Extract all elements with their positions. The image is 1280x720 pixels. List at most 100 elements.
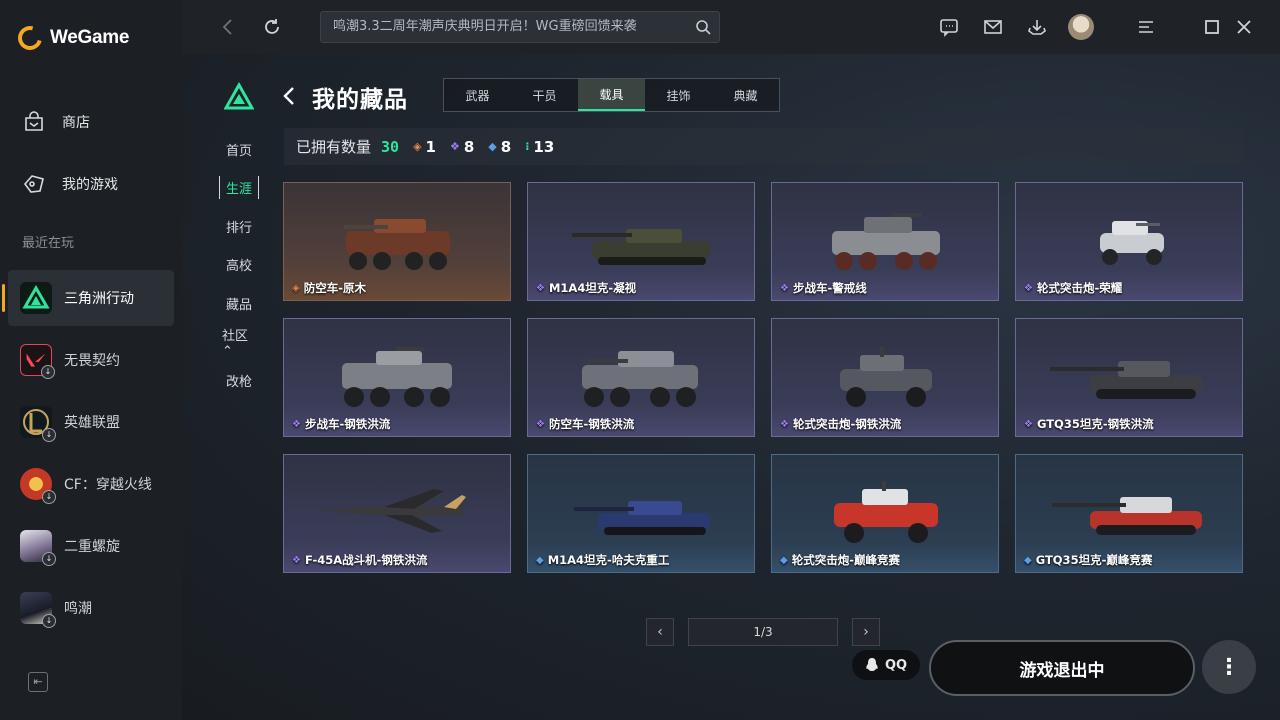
recent-game-delta-force[interactable]: 三角洲行动 — [2, 270, 174, 326]
vehicle-card-label: ❖ GTQ35坦克-钢铁洪流 — [1024, 416, 1154, 432]
search-input[interactable]: 鸣潮3.3二周年潮声庆典明日开启！WG重磅回馈来袭 — [320, 11, 720, 43]
recent-game-valorant[interactable]: ↓ 无畏契约 — [8, 332, 174, 388]
collapse-sidebar-button[interactable]: ⇤ — [28, 672, 48, 692]
vehicle-card[interactable]: ◆ GTQ35坦克-巅峰竞赛 — [1015, 454, 1243, 573]
collection-back-button[interactable] — [282, 84, 302, 108]
vehicle-name: 防空车-钢铁洪流 — [548, 417, 635, 431]
league-of-legends-icon: ↓ — [20, 406, 56, 442]
vehicle-card[interactable]: ❖ 轮式突击炮-荣耀 — [1015, 182, 1243, 301]
refresh-button[interactable] — [260, 15, 284, 39]
vehicle-name: 步战车-警戒线 — [792, 281, 867, 295]
left-sidebar: WeGame 商店 我的游戏 最近在玩 三角洲行动 ↓ 无畏契约 ↓ 英雄联盟 … — [0, 0, 182, 720]
mail-icon — [984, 20, 1002, 34]
vehicle-card[interactable]: ◆ M1A4坦克-哈夫克重工 — [527, 454, 755, 573]
menu-item-collection[interactable]: 藏品 — [216, 284, 262, 323]
tab-charms[interactable]: 挂饰 — [645, 79, 712, 111]
vehicle-card[interactable]: ◈ 防空车-原木 — [283, 182, 511, 301]
vehicle-card-label: ◈ 防空车-原木 — [292, 280, 366, 296]
back-nav-button[interactable] — [216, 15, 240, 39]
tab-vehicles[interactable]: 载具 — [578, 79, 645, 111]
search-icon[interactable] — [695, 19, 711, 35]
refresh-icon — [265, 19, 279, 34]
close-button[interactable] — [1232, 15, 1256, 39]
vehicle-card[interactable]: ❖ F-45A战斗机-钢铁洪流 — [283, 454, 511, 573]
tank-vehicle-image — [574, 501, 710, 535]
download-badge-icon: ↓ — [42, 614, 56, 628]
qq-account-button[interactable]: QQ — [852, 650, 920, 680]
download-badge-icon: ↓ — [42, 428, 56, 442]
game-exiting-button[interactable]: 游戏退出中 — [929, 640, 1195, 696]
menu-item-home[interactable]: 首页 — [216, 130, 262, 169]
vehicle-name: M1A4坦克-哈夫克重工 — [547, 553, 670, 567]
menu-item-ranking[interactable]: 排行 — [216, 207, 262, 246]
recent-game-label: CF：穿越火线 — [64, 477, 152, 493]
page-title: 我的藏品 — [312, 87, 408, 113]
qq-label: QQ — [884, 657, 908, 673]
tab-operators[interactable]: 干员 — [511, 79, 578, 111]
recent-game-league-of-legends[interactable]: ↓ 英雄联盟 — [8, 394, 174, 450]
chat-bubble-icon — [940, 19, 958, 37]
maximize-icon — [1205, 20, 1219, 34]
recent-game-label: 英雄联盟 — [64, 415, 120, 431]
menu-item-career[interactable]: 生涯 — [216, 169, 262, 208]
rarity-blue-icon: ◆ — [536, 554, 544, 566]
menu-item-label: 藏品 — [225, 297, 252, 313]
vehicle-card[interactable]: ❖ 步战车-警戒线 — [771, 182, 999, 301]
vehicle-card[interactable]: ❖ GTQ35坦克-钢铁洪流 — [1015, 318, 1243, 437]
recent-game-wuthering-waves[interactable]: ↓ 鸣潮 — [8, 580, 174, 636]
rarity-count-green: ⁝ 13 — [525, 138, 554, 156]
chat-button[interactable] — [937, 15, 961, 39]
store-bag-icon — [25, 111, 43, 131]
user-avatar[interactable] — [1068, 14, 1094, 40]
duet-night-abyss-icon: ↓ — [20, 530, 56, 566]
page-indicator: 1/3 — [688, 618, 838, 646]
downloads-button[interactable] — [1025, 15, 1049, 39]
recent-game-duet-night-abyss[interactable]: ↓ 二重螺旋 — [8, 518, 174, 574]
menu-item-label: 高校 — [225, 259, 252, 275]
rarity-count-value: 13 — [533, 137, 555, 156]
wegame-logo[interactable]: WeGame — [13, 21, 129, 55]
menu-item-campus[interactable]: 高校 — [216, 246, 262, 285]
ifv-vehicle-image — [342, 347, 452, 407]
vehicle-name: 防空车-原木 — [303, 281, 366, 295]
delta-force-icon — [20, 282, 52, 314]
mail-button[interactable] — [981, 15, 1005, 39]
vehicle-card[interactable]: ❖ 防空车-钢铁洪流 — [527, 318, 755, 437]
next-page-button[interactable]: › — [852, 618, 880, 646]
menu-item-label: 改枪 — [225, 374, 252, 390]
rarity-purple-icon: ❖ — [536, 282, 545, 294]
recent-game-crossfire[interactable]: ↓ CF：穿越火线 — [8, 456, 174, 512]
ifv-vehicle-image — [832, 213, 940, 270]
pagination: ‹ 1/3 › — [646, 618, 880, 646]
rarity-green-icon: ⁝ — [525, 140, 530, 153]
vehicle-card[interactable]: ❖ M1A4坦克-凝视 — [527, 182, 755, 301]
main-content: 首页 生涯 排行 高校 藏品 社区⌃ 改枪 我的藏品 武器 干员 载具 挂饰 典… — [182, 54, 1280, 720]
menu-item-gunsmith[interactable]: 改枪 — [216, 361, 262, 400]
rarity-count-value: 8 — [463, 137, 475, 156]
vehicle-card-label: ❖ 防空车-钢铁洪流 — [536, 416, 634, 432]
menu-item-community[interactable]: 社区⌃ — [216, 323, 262, 362]
tab-weapons[interactable]: 武器 — [444, 79, 511, 111]
chevron-right-icon: › — [863, 624, 869, 640]
vehicle-card[interactable]: ❖ 步战车-钢铁洪流 — [283, 318, 511, 437]
prev-page-button[interactable]: ‹ — [646, 618, 674, 646]
recent-game-label: 鸣潮 — [64, 601, 92, 617]
vehicle-card-label: ❖ 轮式突击炮-钢铁洪流 — [780, 416, 901, 432]
tab-collector[interactable]: 典藏 — [712, 79, 779, 111]
more-options-button[interactable]: ⋮ — [1202, 640, 1256, 694]
vehicle-card[interactable]: ◆ 轮式突击炮-巅峰竞赛 — [771, 454, 999, 573]
vehicle-card[interactable]: ❖ 轮式突击炮-钢铁洪流 — [771, 318, 999, 437]
sidebar-item-store[interactable]: 商店 — [22, 110, 90, 134]
sidebar-item-my-games[interactable]: 我的游戏 — [22, 172, 118, 196]
maximize-button[interactable] — [1200, 15, 1224, 39]
close-icon — [1237, 20, 1251, 34]
fighter-jet-image — [320, 489, 466, 533]
rarity-blue-icon: ◆ — [1024, 554, 1032, 566]
rarity-purple-icon: ❖ — [292, 418, 301, 430]
menu-button[interactable] — [1134, 15, 1158, 39]
vehicle-name: 轮式突击炮-荣耀 — [1036, 281, 1123, 295]
chevron-left-icon — [283, 87, 294, 105]
owned-total: 30 — [381, 137, 400, 156]
rarity-count-orange: ◈ 1 — [413, 138, 436, 156]
wegame-window: WeGame 商店 我的游戏 最近在玩 三角洲行动 ↓ 无畏契约 ↓ 英雄联盟 … — [0, 0, 1280, 720]
